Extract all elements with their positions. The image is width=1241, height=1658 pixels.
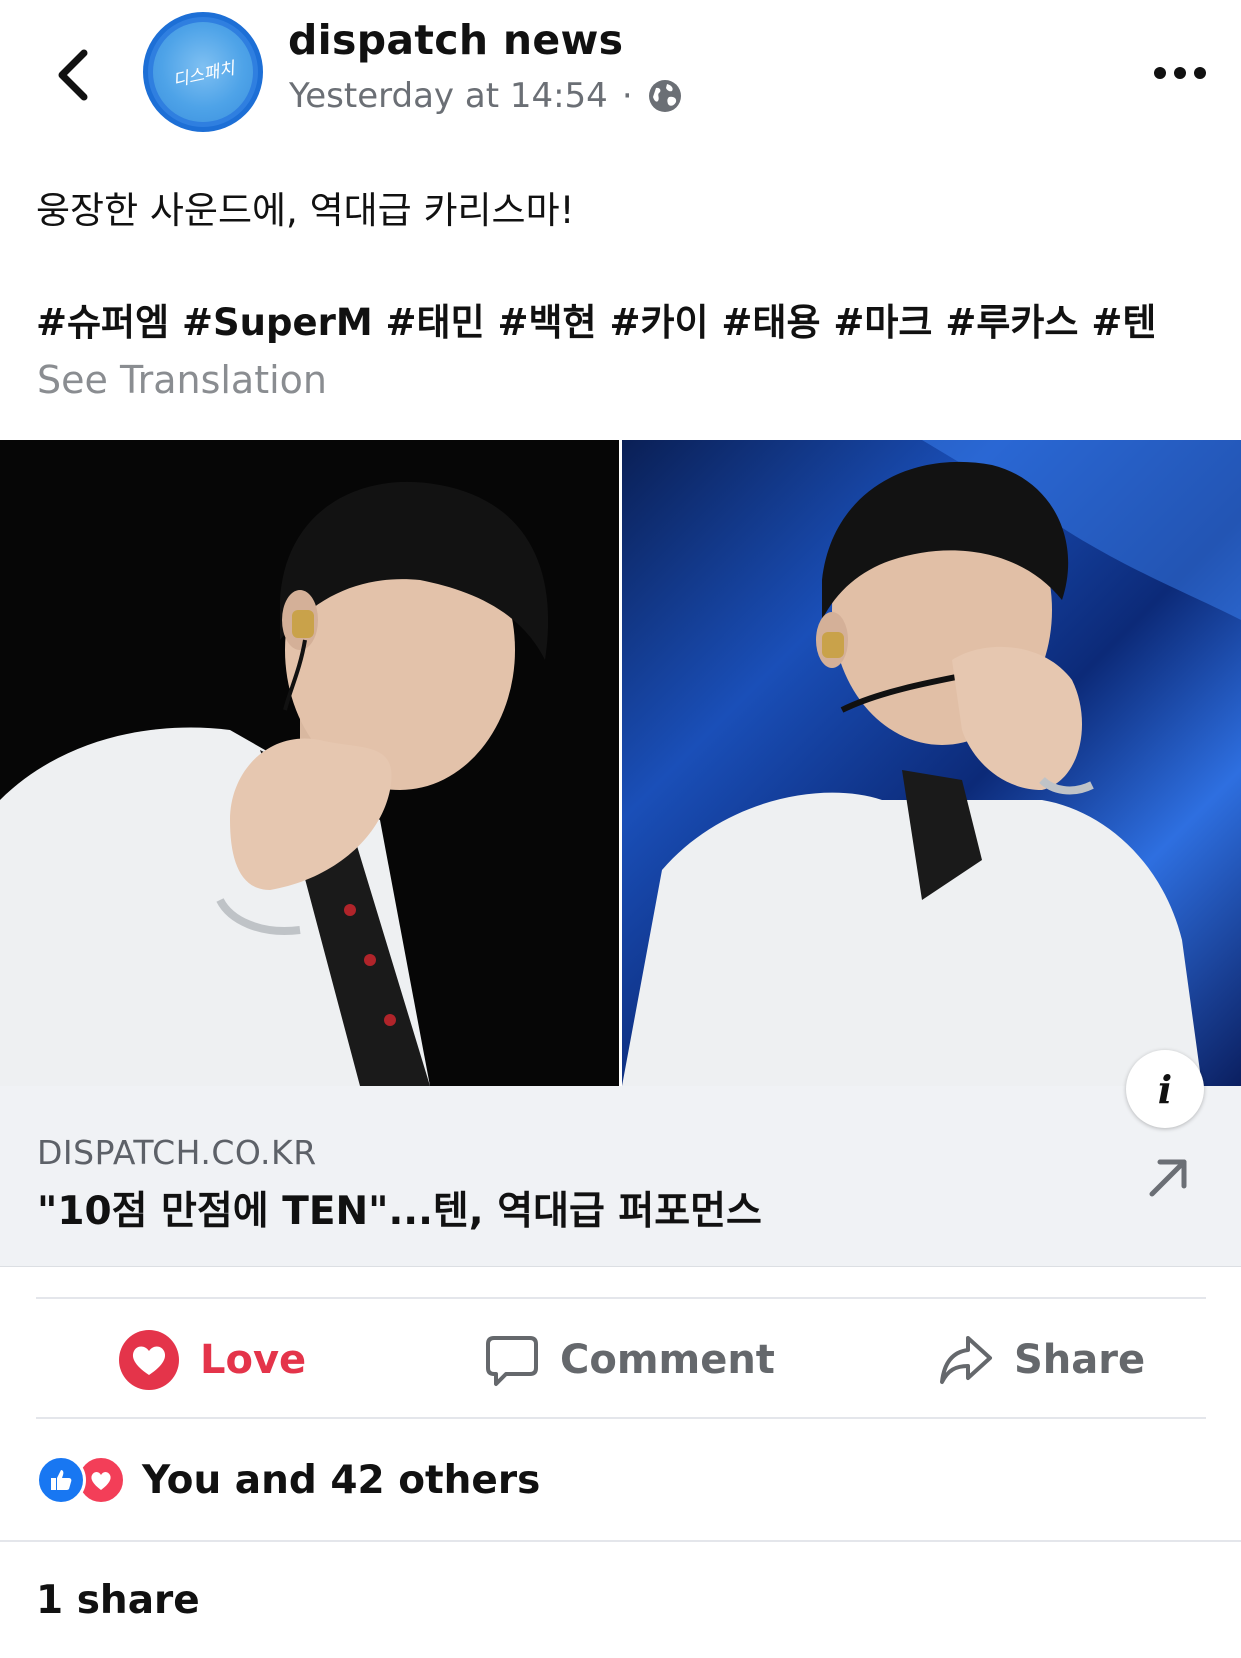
info-button[interactable]: i bbox=[1126, 1050, 1204, 1128]
globe-icon bbox=[648, 80, 681, 112]
post-caption: 웅장한 사운드에, 역대급 카리스마! bbox=[36, 189, 575, 232]
post-photo-right[interactable] bbox=[622, 440, 1241, 1086]
love-reaction-icon bbox=[119, 1330, 179, 1390]
comment-label: Comment bbox=[560, 1337, 775, 1383]
comment-button[interactable]: Comment bbox=[484, 1320, 775, 1400]
share-button[interactable]: Share bbox=[938, 1320, 1145, 1400]
post-meta: Yesterday at 14:54 · bbox=[289, 76, 683, 116]
page-name[interactable]: dispatch news bbox=[288, 16, 623, 64]
post-hashtags[interactable]: #슈퍼엠 #SuperM #태민 #백현 #카이 #태용 #마크 #루카스 #텐 bbox=[36, 292, 1156, 346]
like-reaction-icon bbox=[36, 1455, 86, 1505]
reactions-divider bbox=[0, 1540, 1241, 1542]
share-count[interactable]: 1 share bbox=[36, 1578, 200, 1623]
meta-separator: · bbox=[621, 76, 633, 116]
post-photo-left[interactable] bbox=[0, 440, 619, 1086]
love-button[interactable]: Love bbox=[118, 1320, 306, 1400]
performer-photo-left bbox=[0, 481, 549, 1086]
back-button[interactable] bbox=[48, 40, 98, 110]
actions-bottom-divider bbox=[36, 1417, 1206, 1419]
see-translation-link[interactable]: See Translation bbox=[37, 358, 327, 402]
share-arrow-icon bbox=[940, 1336, 992, 1384]
share-label: Share bbox=[1014, 1337, 1146, 1383]
dot-icon bbox=[1154, 67, 1166, 79]
link-title[interactable]: "10점 만점에 TEN"...텐, 역대급 퍼포먼스 bbox=[37, 1180, 762, 1236]
chevron-left-icon bbox=[58, 49, 88, 101]
comment-bubble-icon bbox=[486, 1336, 538, 1386]
reactions-summary[interactable]: You and 42 others bbox=[36, 1455, 540, 1505]
info-icon: i bbox=[1157, 1066, 1173, 1112]
link-domain: DISPATCH.CO.KR bbox=[37, 1133, 317, 1172]
post-timestamp[interactable]: Yesterday at 14:54 bbox=[289, 76, 608, 116]
more-options-button[interactable] bbox=[1140, 55, 1220, 91]
love-label: Love bbox=[200, 1337, 307, 1383]
page-avatar[interactable]: 디스패치 bbox=[143, 12, 263, 132]
reactions-text: You and 42 others bbox=[142, 1457, 541, 1503]
performer-photo-right bbox=[622, 440, 1241, 1086]
actions-top-divider bbox=[36, 1297, 1206, 1299]
dot-icon bbox=[1194, 67, 1206, 79]
dispatch-logo: 디스패치 bbox=[153, 22, 253, 122]
external-link-arrow-icon[interactable] bbox=[1146, 1154, 1192, 1200]
avatar-logo-text: 디스패치 bbox=[170, 58, 237, 91]
link-preview-card[interactable] bbox=[0, 1086, 1241, 1267]
dot-icon bbox=[1174, 67, 1186, 79]
